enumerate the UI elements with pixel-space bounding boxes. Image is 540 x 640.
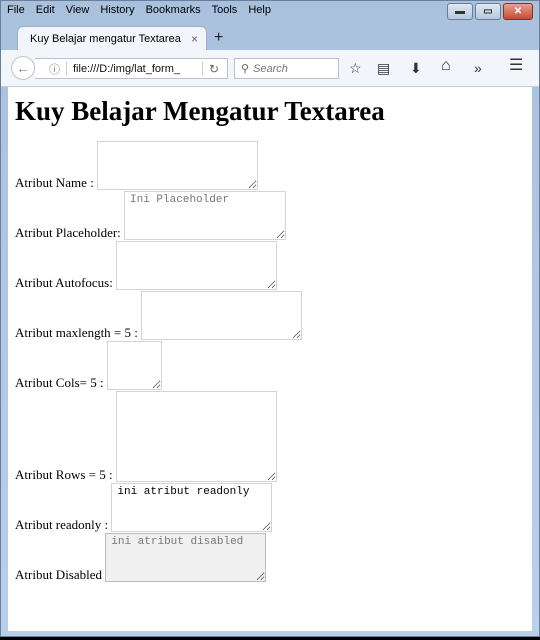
downloads-icon[interactable]: ⬇ xyxy=(410,60,422,76)
hamburger-menu-icon[interactable]: ☰ xyxy=(509,58,523,74)
field-disabled: Atribut Disabled ini atribut disabled xyxy=(15,533,525,582)
tab-close-icon[interactable]: × xyxy=(191,32,198,46)
menu-bookmarks[interactable]: Bookmarks xyxy=(146,4,201,16)
field-autofocus: Atribut Autofocus: xyxy=(15,241,525,290)
menu-view[interactable]: View xyxy=(66,4,90,16)
minimize-button[interactable]: ▬ xyxy=(447,3,473,20)
home-icon[interactable]: ⌂ xyxy=(441,58,451,74)
maximize-button[interactable]: ▭ xyxy=(475,3,501,20)
url-text[interactable]: file:///D:/img/lat_form_ xyxy=(73,63,196,75)
search-icon: ⚲ xyxy=(241,63,250,75)
field-readonly: Atribut readonly : ini atribut readonly xyxy=(15,483,525,532)
search-box[interactable]: ⚲ Search xyxy=(234,58,339,79)
field-cols: Atribut Cols= 5 : xyxy=(15,341,525,390)
field-label: Atribut Autofocus: xyxy=(15,275,113,290)
menu-help[interactable]: Help xyxy=(248,4,271,16)
field-name: Atribut Name : xyxy=(15,141,525,190)
divider xyxy=(201,61,203,76)
reload-icon[interactable]: ↻ xyxy=(209,62,219,76)
placeholder-textarea[interactable] xyxy=(124,191,287,240)
page-title: Kuy Belajar Mengatur Textarea xyxy=(15,96,385,126)
overflow-icon[interactable]: » xyxy=(474,60,482,76)
menu-file[interactable]: File xyxy=(7,4,25,16)
browser-window: File Edit View History Bookmarks Tools H… xyxy=(0,0,540,637)
close-icon: ✕ xyxy=(513,5,523,17)
field-label: Atribut Disabled xyxy=(15,567,103,582)
disabled-textarea: ini atribut disabled xyxy=(105,533,267,582)
rows-textarea[interactable] xyxy=(115,391,277,482)
page-content: Kuy Belajar Mengatur Textarea Atribut Na… xyxy=(8,87,532,631)
field-placeholder: Atribut Placeholder: xyxy=(15,191,525,240)
url-bar[interactable]: ⓘ file:///D:/img/lat_form_ ↻ xyxy=(35,58,228,79)
field-label: Atribut Name : xyxy=(15,175,94,190)
field-label: Atribut Placeholder: xyxy=(15,225,121,240)
name-textarea[interactable] xyxy=(96,141,258,190)
menu-edit[interactable]: Edit xyxy=(36,4,55,16)
back-button[interactable]: ← xyxy=(11,56,35,80)
maxlength-textarea[interactable] xyxy=(141,291,303,340)
cols-textarea[interactable] xyxy=(106,341,162,390)
tab-active[interactable]: Kuy Belajar mengatur Textarea × xyxy=(17,26,207,50)
reading-list-icon[interactable]: ▤ xyxy=(377,60,390,76)
tab-title: Kuy Belajar mengatur Textarea xyxy=(30,32,181,45)
field-maxlength: Atribut maxlength = 5 : xyxy=(15,291,525,340)
tab-strip: Kuy Belajar mengatur Textarea × + xyxy=(1,23,539,50)
menu-tools[interactable]: Tools xyxy=(212,4,238,16)
window-controls: ▬ ▭ ✕ xyxy=(447,3,533,20)
search-placeholder: Search xyxy=(253,62,288,75)
field-rows: Atribut Rows = 5 : xyxy=(15,391,525,482)
field-label: Atribut readonly : xyxy=(15,517,109,532)
maximize-icon: ▭ xyxy=(483,5,493,17)
menu-history[interactable]: History xyxy=(100,4,134,16)
menu-bar: File Edit View History Bookmarks Tools H… xyxy=(7,1,282,18)
back-arrow-icon: ← xyxy=(16,60,30,76)
field-label: Atribut Cols= 5 : xyxy=(15,375,104,390)
field-label: Atribut Rows = 5 : xyxy=(15,467,113,482)
divider xyxy=(66,61,67,76)
new-tab-button[interactable]: + xyxy=(214,29,223,47)
nav-toolbar: ← ⓘ file:///D:/img/lat_form_ ↻ ⚲ Search … xyxy=(1,50,539,87)
minimize-icon: ▬ xyxy=(455,5,465,17)
autofocus-textarea[interactable] xyxy=(116,241,278,290)
readonly-textarea[interactable]: ini atribut readonly xyxy=(111,483,273,532)
info-icon[interactable]: ⓘ xyxy=(49,61,60,77)
field-label: Atribut maxlength = 5 : xyxy=(15,325,138,340)
bookmark-star-icon[interactable]: ☆ xyxy=(349,60,362,76)
close-window-button[interactable]: ✕ xyxy=(503,3,533,20)
